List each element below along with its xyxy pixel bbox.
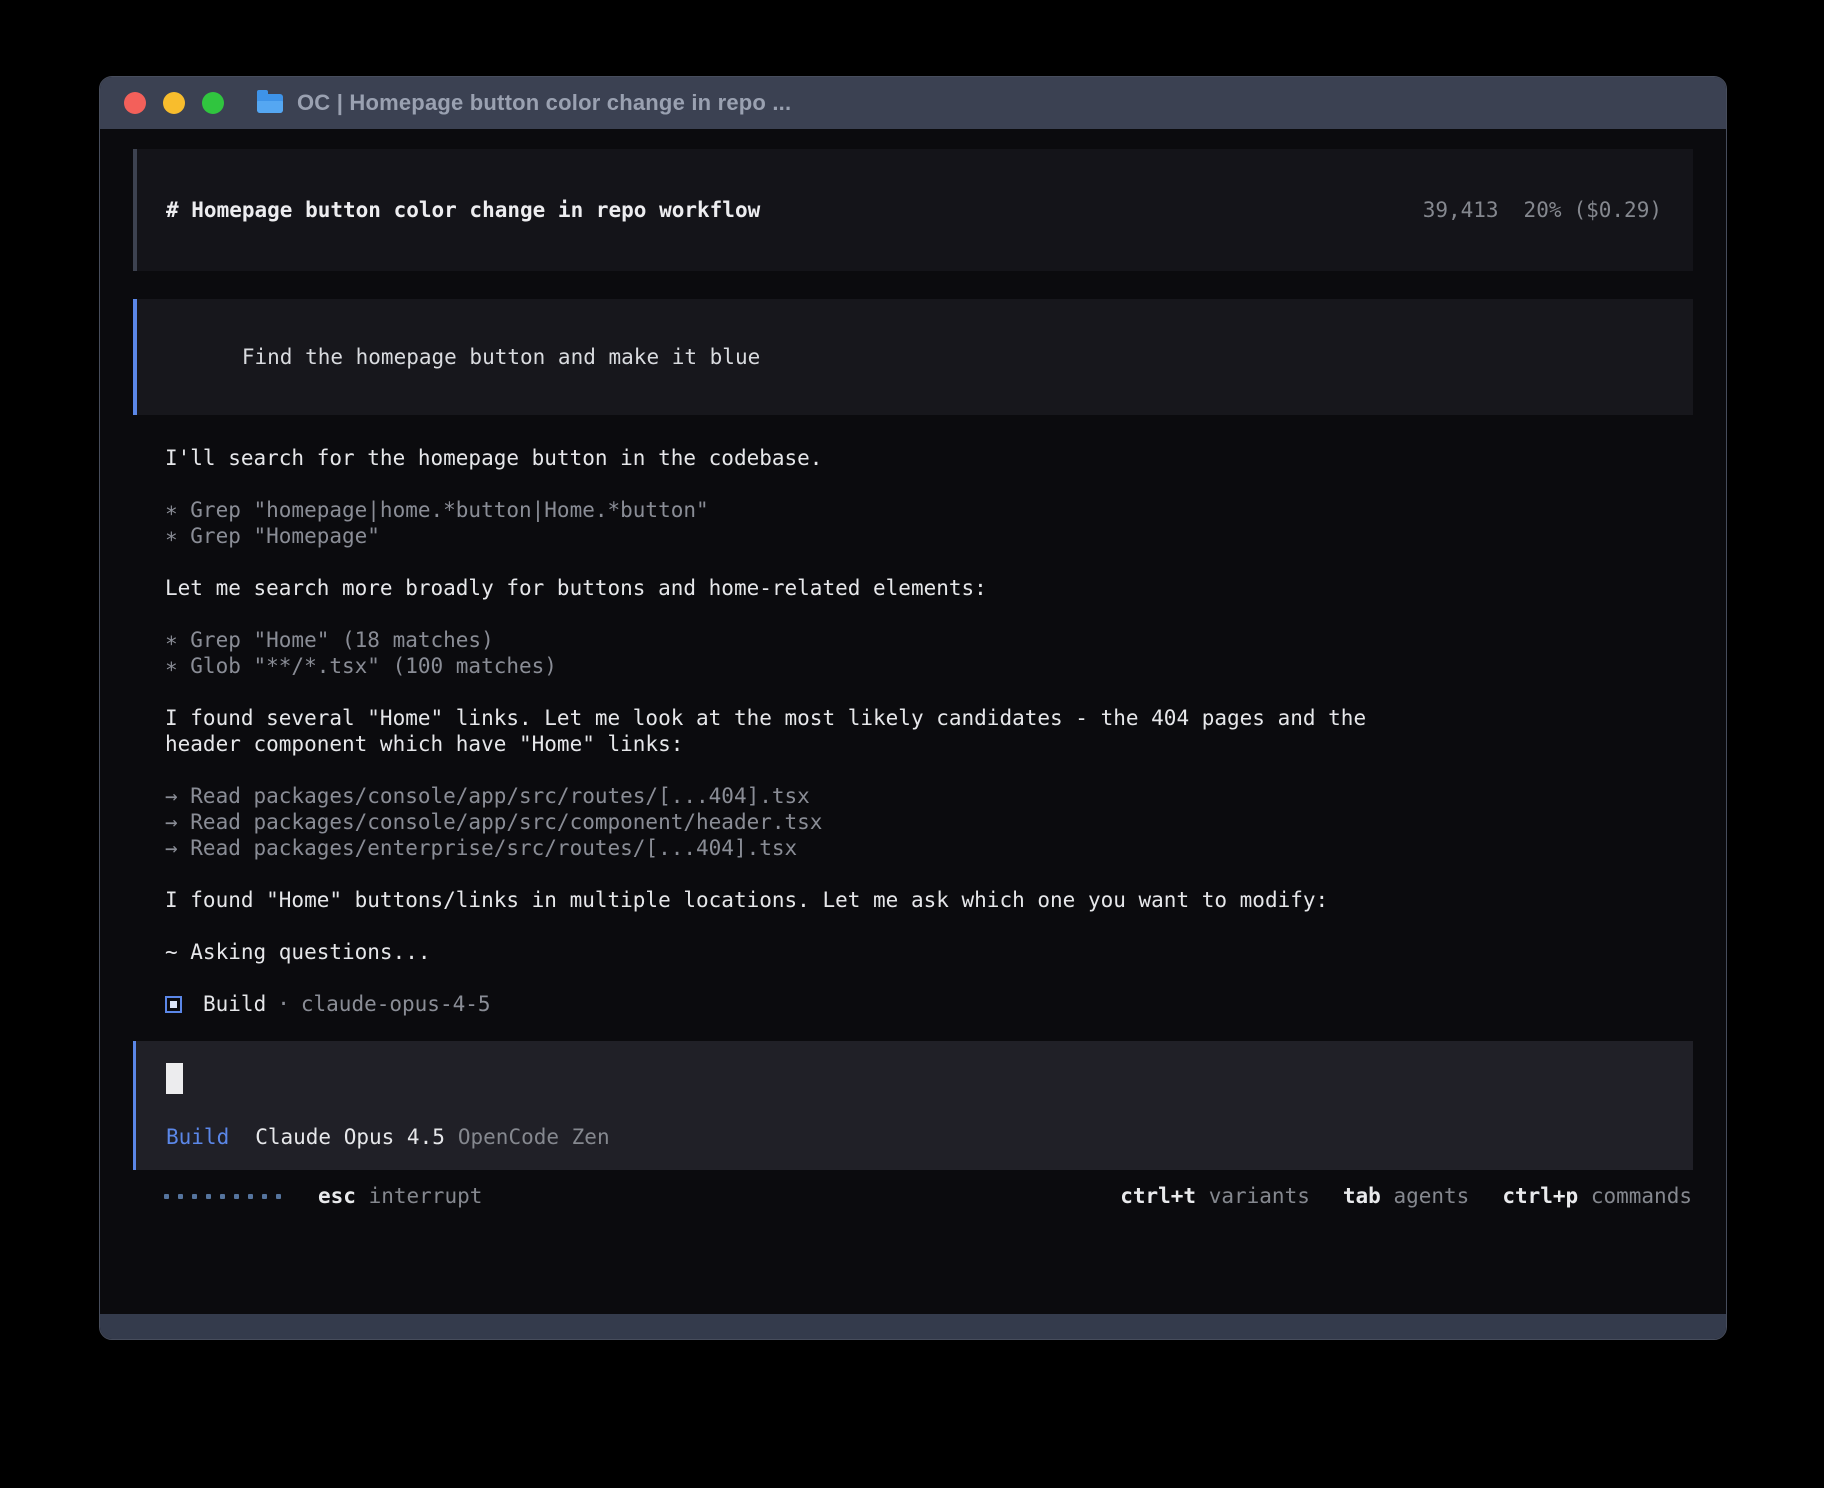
context-percent: 20% <box>1524 198 1562 222</box>
spinner-dots-icon <box>164 1194 281 1199</box>
transcript-line <box>165 757 1693 783</box>
transcript-line <box>165 861 1693 887</box>
session-title: # Homepage button color change in repo w… <box>166 198 760 222</box>
input-meta-row: Build Claude Opus 4.5 OpenCode Zen <box>166 1124 1663 1150</box>
transcript-line <box>165 549 1693 575</box>
status-footer: esc interrupt ctrl+t variants tab agents… <box>133 1183 1693 1209</box>
transcript-line <box>165 965 1693 991</box>
close-button[interactable] <box>124 92 146 114</box>
hint-key: ctrl+p <box>1502 1184 1578 1208</box>
agent-separator: · <box>277 992 290 1016</box>
agent-name: Build <box>203 992 266 1016</box>
session-cost: ($0.29) <box>1573 198 1662 222</box>
hint-item: ctrl+p commands <box>1502 1184 1692 1208</box>
transcript-line <box>165 679 1693 705</box>
terminal-content: # Homepage button color change in repo w… <box>100 129 1726 1314</box>
transcript-line: ∗ Glob "**/*.tsx" (100 matches) <box>165 653 1693 679</box>
hint-item: tab agents <box>1343 1184 1469 1208</box>
transcript-line: header component which have "Home" links… <box>165 731 1693 757</box>
transcript-line: I found several "Home" links. Let me loo… <box>165 705 1693 731</box>
transcript-line: I found "Home" buttons/links in multiple… <box>165 887 1693 913</box>
hint-key-esc: esc <box>318 1184 356 1208</box>
user-message-text: Find the homepage button and make it blu… <box>242 345 760 369</box>
spinner-dot <box>220 1194 225 1199</box>
hint-space <box>1578 1184 1591 1208</box>
spinner-dot <box>192 1194 197 1199</box>
window-title: OC | Homepage button color change in rep… <box>297 90 791 116</box>
hint-space <box>1196 1184 1209 1208</box>
traffic-lights <box>124 92 224 114</box>
transcript-line: ∗ Grep "homepage|home.*button|Home.*butt… <box>165 497 1693 523</box>
input-model-label: Claude Opus 4.5 <box>255 1124 445 1150</box>
input-provider-label: OpenCode Zen <box>458 1124 610 1150</box>
transcript-line: → Read packages/console/app/src/routes/[… <box>165 783 1693 809</box>
hint-label-interrupt-text: interrupt <box>369 1184 483 1208</box>
hint-label: variants <box>1209 1184 1310 1208</box>
hint-label: commands <box>1591 1184 1692 1208</box>
token-count: 39,413 <box>1423 198 1499 222</box>
transcript-line <box>165 471 1693 497</box>
agent-box-icon <box>165 996 182 1013</box>
transcript-line: ~ Asking questions... <box>165 939 1693 965</box>
transcript-line: → Read packages/console/app/src/componen… <box>165 809 1693 835</box>
window-titlebar[interactable]: OC | Homepage button color change in rep… <box>100 77 1726 129</box>
keyboard-hints: ctrl+t variants tab agents ctrl+p comman… <box>1120 1184 1693 1208</box>
hint-label: agents <box>1393 1184 1469 1208</box>
spinner-dot <box>164 1194 169 1199</box>
hint-item: ctrl+t variants <box>1120 1184 1310 1208</box>
spinner-dot <box>234 1194 239 1199</box>
transcript: I'll search for the homepage button in t… <box>165 445 1693 991</box>
spinner-dot <box>276 1194 281 1199</box>
hint-key: tab <box>1343 1184 1381 1208</box>
transcript-line <box>165 601 1693 627</box>
agent-model: claude-opus-4-5 <box>301 992 491 1016</box>
hint-space <box>1381 1184 1394 1208</box>
prompt-input[interactable]: Build Claude Opus 4.5 OpenCode Zen <box>133 1041 1693 1170</box>
session-stats: 39,413 20% ($0.29) <box>1322 174 1662 246</box>
text-cursor <box>166 1063 183 1094</box>
hint-key: ctrl+t <box>1120 1184 1196 1208</box>
zoom-button[interactable] <box>202 92 224 114</box>
hint-label-interrupt <box>356 1184 369 1208</box>
transcript-line: I'll search for the homepage button in t… <box>165 445 1693 471</box>
transcript-line: → Read packages/enterprise/src/routes/[.… <box>165 835 1693 861</box>
spinner-dot <box>206 1194 211 1199</box>
window-bottom-edge <box>100 1314 1726 1339</box>
transcript-line <box>165 913 1693 939</box>
agent-status-line: Build · claude-opus-4-5 <box>165 991 1693 1017</box>
transcript-line: ∗ Grep "Home" (18 matches) <box>165 627 1693 653</box>
spinner-dot <box>248 1194 253 1199</box>
input-agent-label: Build <box>166 1124 229 1150</box>
minimize-button[interactable] <box>163 92 185 114</box>
spinner-dot <box>262 1194 267 1199</box>
session-header: # Homepage button color change in repo w… <box>133 149 1693 271</box>
folder-icon <box>257 94 283 113</box>
spinner-dot <box>178 1194 183 1199</box>
terminal-window: OC | Homepage button color change in rep… <box>99 76 1727 1340</box>
transcript-line: ∗ Grep "Homepage" <box>165 523 1693 549</box>
empty-space <box>133 1209 1693 1314</box>
user-message: Find the homepage button and make it blu… <box>133 299 1693 415</box>
hint-interrupt: esc interrupt <box>318 1184 482 1208</box>
transcript-line: Let me search more broadly for buttons a… <box>165 575 1693 601</box>
